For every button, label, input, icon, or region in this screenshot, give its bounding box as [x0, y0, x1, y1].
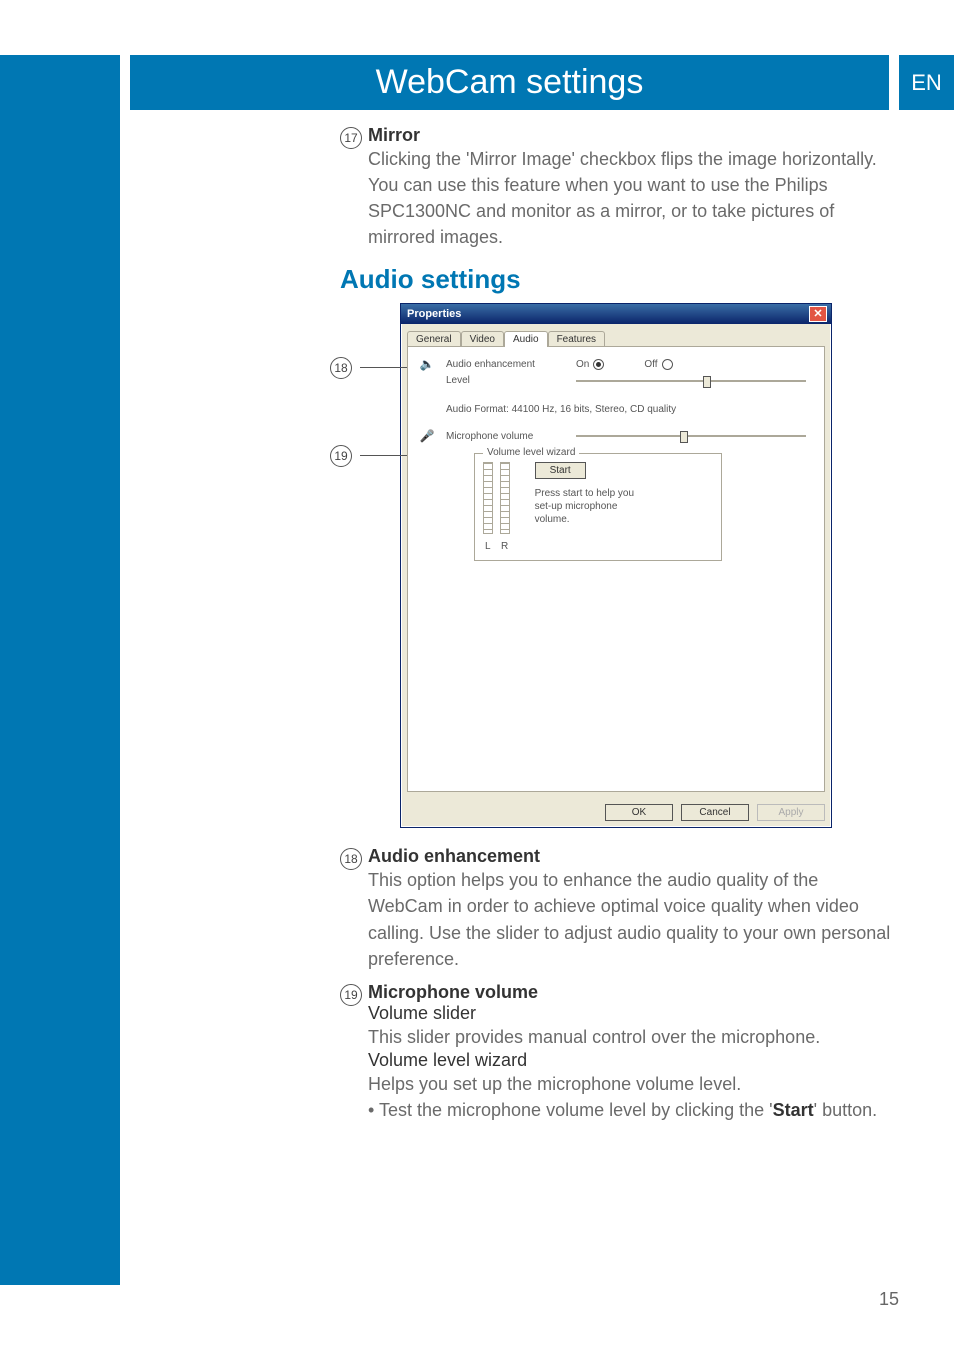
tab-features[interactable]: Features: [548, 331, 605, 347]
callout-19-body: 19: [340, 984, 362, 1006]
close-icon[interactable]: ✕: [809, 306, 827, 322]
level-label: Level: [446, 375, 576, 386]
banner-row: WebCam settings EN: [0, 55, 954, 110]
properties-dialog-figure: 18 19 Properties ✕ General Video Audio F…: [400, 303, 894, 828]
tab-video[interactable]: Video: [461, 331, 504, 347]
vu-left: [483, 462, 493, 534]
volume-slider-text: This slider provides manual control over…: [368, 1024, 894, 1050]
mic-volume-label: Microphone volume: [446, 431, 576, 442]
section-heading-audio: Audio settings: [340, 264, 894, 295]
volume-slider-subhead: Volume slider: [368, 1003, 894, 1024]
wizard-start-button[interactable]: Start: [535, 462, 586, 479]
apply-button[interactable]: Apply: [757, 804, 825, 821]
callout-17: 17: [340, 127, 362, 149]
callout-18: 18: [330, 357, 352, 379]
cancel-button[interactable]: Cancel: [681, 804, 749, 821]
radio-on-dot: [593, 359, 604, 370]
tab-audio[interactable]: Audio: [504, 331, 548, 347]
language-badge: EN: [899, 55, 954, 110]
tab-general[interactable]: General: [407, 331, 461, 347]
item-18-title: Audio enhancement: [368, 846, 894, 867]
properties-dialog: Properties ✕ General Video Audio Feature…: [400, 303, 832, 828]
item-microphone-volume: 19 Microphone volume Volume slider This …: [340, 982, 894, 1123]
microphone-icon: 🎤: [418, 429, 436, 443]
vu-label-r: R: [501, 541, 508, 552]
radio-on-label: On: [576, 359, 589, 370]
radio-off-dot: [662, 359, 673, 370]
volume-wizard-subhead: Volume level wizard: [368, 1050, 894, 1071]
speaker-icon: 🔈: [418, 357, 436, 371]
volume-wizard-fieldset: Volume level wizard L R Start Press star…: [474, 453, 722, 561]
volume-wizard-text: Helps you set up the microphone volume l…: [368, 1071, 894, 1097]
item-mirror-text: Clicking the 'Mirror Image' checkbox fli…: [368, 146, 894, 250]
item-19-title: Microphone volume: [368, 982, 894, 1003]
volume-wizard-legend: Volume level wizard: [483, 447, 579, 458]
item-18-text: This option helps you to enhance the aud…: [368, 867, 894, 971]
audio-format-text: Audio Format: 44100 Hz, 16 bits, Stereo,…: [446, 404, 814, 415]
ok-button[interactable]: OK: [605, 804, 673, 821]
volume-wizard-bullet: • Test the microphone volume level by cl…: [368, 1097, 894, 1123]
radio-on[interactable]: On: [576, 359, 604, 370]
content-area: 17 Mirror Clicking the 'Mirror Image' ch…: [340, 125, 894, 1133]
dialog-title: Properties: [407, 308, 461, 320]
bullet-suffix: ' button.: [814, 1100, 877, 1120]
radio-off[interactable]: Off: [644, 359, 672, 370]
page-number: 15: [879, 1289, 899, 1310]
vu-label-l: L: [485, 541, 490, 552]
level-slider[interactable]: [576, 380, 806, 382]
bullet-prefix: • Test the microphone volume level by cl…: [368, 1100, 773, 1120]
bullet-bold: Start: [773, 1100, 814, 1120]
mic-volume-slider[interactable]: [576, 435, 806, 437]
vu-meters: L R: [483, 462, 514, 552]
callout-19: 19: [330, 445, 352, 467]
item-mirror: 17 Mirror Clicking the 'Mirror Image' ch…: [340, 125, 894, 250]
wizard-help-text: Press start to help you set-up microphon…: [535, 487, 635, 526]
vu-right: [500, 462, 510, 534]
audio-enhancement-label: Audio enhancement: [446, 359, 576, 370]
left-brand-column: [0, 55, 120, 1285]
radio-off-label: Off: [644, 359, 657, 370]
banner-left-block: [0, 55, 120, 110]
callout-18-body: 18: [340, 848, 362, 870]
page-title: WebCam settings: [130, 55, 889, 110]
item-mirror-title: Mirror: [368, 125, 894, 146]
item-audio-enhancement: 18 Audio enhancement This option helps y…: [340, 846, 894, 971]
